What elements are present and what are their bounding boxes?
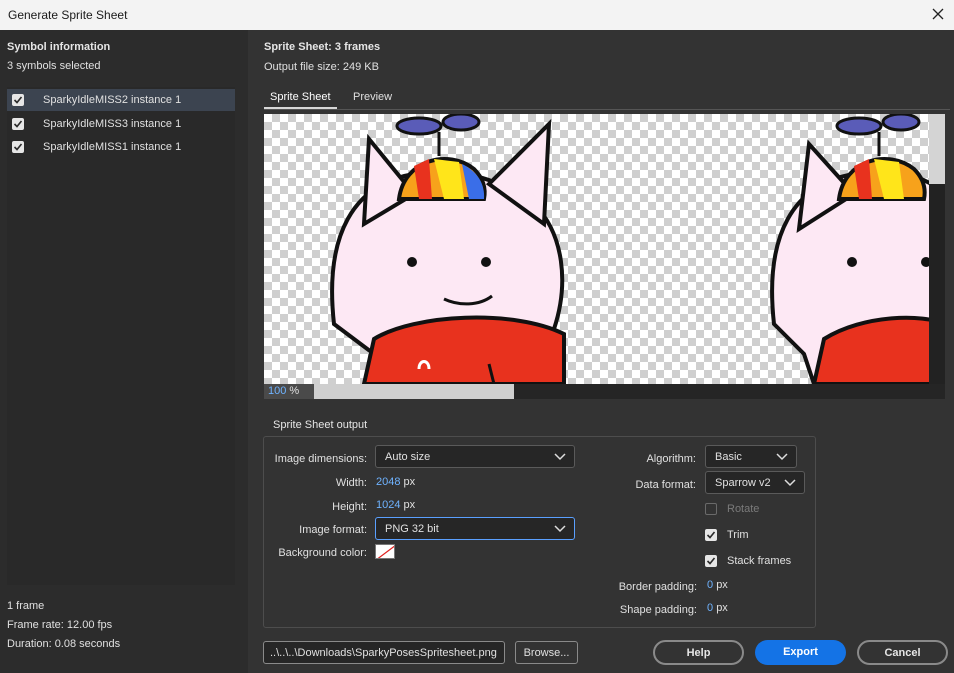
sprite-frames-image [330, 114, 945, 386]
vertical-scroll-thumb[interactable] [929, 114, 945, 184]
shape-padding-value: 0 [707, 602, 714, 614]
zoom-unit: % [289, 385, 300, 397]
border-padding-field[interactable]: 0 px [707, 579, 728, 591]
background-color-swatch[interactable] [375, 544, 395, 559]
frame-count: 1 frame [7, 600, 45, 612]
duration: Duration: 0.08 seconds [7, 638, 121, 650]
export-button[interactable]: Export [755, 640, 846, 665]
trim-checkbox[interactable] [705, 529, 717, 541]
chevron-down-icon [554, 525, 566, 533]
zoom-level[interactable]: 100 % [264, 384, 314, 399]
algorithm-value: Basic [715, 451, 742, 463]
width-label: Width: [335, 477, 367, 489]
tab-preview[interactable]: Preview [347, 91, 398, 109]
image-dimensions-dropdown[interactable]: Auto size [375, 445, 575, 468]
close-icon[interactable] [928, 4, 948, 24]
image-format-dropdown[interactable]: PNG 32 bit [375, 517, 575, 540]
symbol-checkbox[interactable] [12, 94, 24, 106]
image-dimensions-value: Auto size [385, 451, 431, 463]
symbol-row[interactable]: SparkyIdleMISS1 instance 1 [7, 136, 235, 158]
shape-padding-field[interactable]: 0 px [707, 602, 728, 614]
sprite-sheet-title: Sprite Sheet: 3 frames [264, 41, 381, 53]
width-field[interactable]: 2048 px [376, 476, 415, 488]
symbol-row[interactable]: SparkyIdleMISS3 instance 1 [7, 113, 235, 135]
algorithm-label: Algorithm: [646, 453, 696, 465]
symbol-checkbox[interactable] [12, 141, 24, 153]
symbol-checkbox[interactable] [12, 118, 24, 130]
height-unit: px [403, 499, 416, 511]
trim-label: Trim [727, 529, 749, 541]
chevron-down-icon [784, 479, 796, 487]
horizontal-scroll-thumb[interactable] [314, 384, 514, 399]
border-padding-label: Border padding: [618, 581, 697, 593]
symbol-label: SparkyIdleMISS3 instance 1 [43, 118, 182, 130]
sprite-preview: 100 % [264, 114, 945, 399]
symbol-row[interactable]: SparkyIdleMISS2 instance 1 [7, 89, 235, 111]
algorithm-dropdown[interactable]: Basic [705, 445, 797, 468]
output-path-field[interactable]: ..\..\..\Downloads\SparkyPosesSpriteshee… [263, 641, 505, 664]
tab-bar: Sprite Sheet Preview [264, 90, 950, 110]
tab-sprite-sheet[interactable]: Sprite Sheet [264, 91, 337, 109]
symbol-list: SparkyIdleMISS2 instance 1 SparkyIdleMIS… [7, 87, 235, 585]
symbol-label: SparkyIdleMISS2 instance 1 [43, 94, 182, 106]
shape-padding-label: Shape padding: [619, 604, 697, 616]
help-button[interactable]: Help [653, 640, 744, 665]
data-format-label: Data format: [635, 479, 696, 491]
output-file-size: Output file size: 249 KB [264, 61, 379, 73]
chevron-down-icon [776, 453, 788, 461]
rotate-checkbox[interactable] [705, 503, 717, 515]
frame-rate: Frame rate: 12.00 fps [7, 619, 113, 631]
symbol-label: SparkyIdleMISS1 instance 1 [43, 141, 182, 153]
height-label: Height: [332, 501, 367, 513]
symbol-info-header: Symbol information [7, 41, 111, 53]
output-legend: Sprite Sheet output [267, 419, 374, 431]
data-format-dropdown[interactable]: Sparrow v2 [705, 471, 805, 494]
height-field[interactable]: 1024 px [376, 499, 415, 511]
data-format-value: Sparrow v2 [715, 477, 771, 489]
width-value: 2048 [376, 476, 401, 488]
sprite-sheet-panel: Sprite Sheet: 3 frames Output file size:… [248, 30, 954, 673]
transparency-grid [264, 114, 945, 386]
stack-frames-label: Stack frames [727, 555, 792, 567]
image-format-label: Image format: [299, 524, 367, 536]
width-unit: px [403, 476, 416, 488]
border-padding-unit: px [716, 579, 728, 591]
symbols-selected-count: 3 symbols selected [7, 60, 101, 72]
cancel-button[interactable]: Cancel [857, 640, 948, 665]
border-padding-value: 0 [707, 579, 714, 591]
background-color-label: Background color: [278, 547, 367, 559]
chevron-down-icon [554, 453, 566, 461]
image-dimensions-label: Image dimensions: [274, 453, 367, 465]
shape-padding-unit: px [716, 602, 728, 614]
title-bar: Generate Sprite Sheet [0, 0, 954, 30]
browse-button[interactable]: Browse... [515, 641, 578, 664]
symbol-panel: Symbol information 3 symbols selected Sp… [0, 30, 248, 673]
stack-frames-checkbox[interactable] [705, 555, 717, 567]
height-value: 1024 [376, 499, 401, 511]
rotate-label: Rotate [727, 503, 760, 515]
window-title: Generate Sprite Sheet [8, 8, 128, 22]
image-format-value: PNG 32 bit [385, 523, 439, 535]
zoom-value: 100 [268, 385, 287, 397]
